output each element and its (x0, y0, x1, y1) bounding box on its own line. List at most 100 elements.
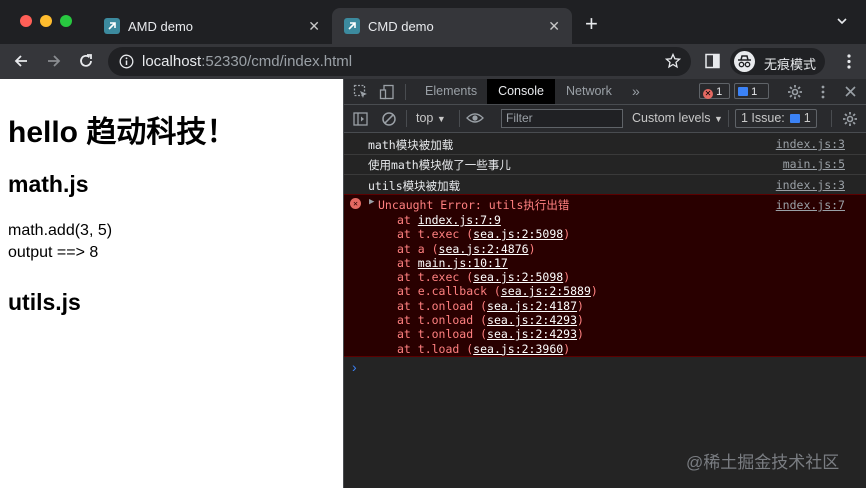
tab-elements[interactable]: Elements (417, 79, 485, 104)
stack-frame-function: at t.onload ( (397, 298, 488, 313)
show-sidebar-icon[interactable] (353, 112, 368, 129)
stack-frame-link[interactable]: index.js:7:9 (418, 213, 501, 227)
log-levels-label: Custom levels (632, 111, 711, 125)
stack-frame-link[interactable]: sea.js:2:4293 (487, 313, 577, 327)
stack-frame-link[interactable]: sea.js:2:5098 (473, 270, 563, 284)
favicon-icon (104, 18, 120, 34)
stack-frame: at a (sea.js:2:4876) (397, 242, 598, 256)
stack-frame-link[interactable]: sea.js:2:4293 (487, 327, 577, 341)
message-count-badge[interactable]: 1 (734, 83, 769, 99)
stack-frame: at t.exec (sea.js:2:5098) (397, 270, 598, 284)
stack-frame-paren: ) (590, 284, 598, 299)
console-settings-gear-icon[interactable] (842, 111, 858, 130)
message-source-link[interactable]: index.js:3 (776, 178, 845, 192)
stack-frame-function: at (397, 213, 418, 227)
context-selector[interactable]: top ▼ (416, 111, 446, 125)
console-prompt-icon[interactable]: › (352, 359, 357, 375)
issue-icon (790, 114, 801, 123)
stack-frame: at t.onload (sea.js:2:4293) (397, 327, 598, 341)
error-text: Uncaught Error: utils执行出错 (378, 198, 570, 212)
stack-frame-function: at t.load ( (397, 341, 474, 356)
error-source-link[interactable]: index.js:7 (776, 198, 845, 212)
close-window-button[interactable] (20, 15, 32, 27)
divider (831, 110, 832, 127)
tab-search-chevron-icon[interactable] (836, 14, 848, 32)
stack-frame-function: at t.onload ( (397, 313, 488, 328)
info-icon[interactable] (119, 54, 134, 74)
log-levels-dropdown[interactable]: Custom levels ▼ (632, 111, 723, 125)
divider (728, 110, 729, 127)
message-icon (738, 87, 748, 96)
url-text: localhost:52330/cmd/index.html (142, 53, 353, 70)
inspect-element-icon[interactable] (353, 84, 369, 105)
settings-gear-icon[interactable] (787, 84, 803, 105)
console-toolbar: top ▼ Filter Custom levels ▼ 1 Issue: 1 (344, 105, 866, 133)
error-icon: ✕ (350, 198, 361, 209)
new-tab-button[interactable]: + (585, 13, 598, 35)
minimize-window-button[interactable] (40, 15, 52, 27)
web-page: hello 趋动科技！ math.js math.add(3, 5) outpu… (0, 79, 343, 488)
console-message: 使用math模块做了一些事儿 main.js:5 (344, 157, 866, 174)
watermark: @稀土掘金技术社区 (686, 453, 840, 472)
tab-amd-demo[interactable]: AMD demo ✕ (92, 8, 332, 44)
address-bar[interactable]: localhost:52330/cmd/index.html (108, 47, 691, 76)
stack-frame-link[interactable]: sea.js:2:4187 (487, 299, 577, 313)
divider (406, 110, 407, 127)
error-count-badge[interactable]: ✕ 1 (699, 83, 730, 99)
back-arrow-icon[interactable] (12, 52, 30, 75)
stack-frame-paren: ) (563, 227, 571, 242)
stack-frame: at e.callback (sea.js:2:5889) (397, 284, 598, 298)
incognito-badge[interactable]: 无痕模式 (730, 48, 825, 75)
stack-frame-link[interactable]: sea.js:2:4876 (439, 242, 529, 256)
maximize-window-button[interactable] (60, 15, 72, 27)
error-count: 1 (716, 86, 723, 98)
title-bar: AMD demo ✕ CMD demo ✕ + (0, 0, 866, 44)
clear-console-icon[interactable] (381, 111, 397, 130)
devtools-menu-icon[interactable] (820, 84, 826, 105)
tab-cmd-demo[interactable]: CMD demo ✕ (332, 8, 572, 44)
side-panel-icon[interactable] (705, 53, 720, 74)
incognito-label: 无痕模式 (764, 57, 817, 72)
expand-triangle-icon[interactable]: ▶ (369, 197, 374, 207)
forward-arrow-icon[interactable] (45, 52, 63, 75)
stack-frame-function: at t.exec ( (397, 227, 474, 242)
tab-console[interactable]: Console (487, 79, 555, 104)
device-toolbar-icon[interactable] (379, 84, 395, 105)
divider (344, 174, 866, 175)
stack-frame-link[interactable]: sea.js:2:5889 (501, 284, 591, 298)
filter-input[interactable]: Filter (501, 109, 623, 128)
console-message: math模块被加载 index.js:3 (344, 137, 866, 154)
devtools-panel: Elements Console Network » ✕ 1 1 top ▼ F… (343, 79, 866, 488)
stack-frame-paren: ) (528, 241, 536, 256)
stack-frame-link[interactable]: sea.js:2:5098 (473, 227, 563, 241)
close-tab-icon[interactable]: ✕ (548, 18, 560, 35)
close-devtools-icon[interactable] (844, 85, 857, 103)
stack-frame-link[interactable]: sea.js:2:3960 (473, 342, 563, 356)
stack-frame-function: at e.callback ( (397, 284, 501, 299)
reload-icon[interactable] (77, 52, 95, 75)
error-stack-trace: at index.js:7:9 at t.exec (sea.js:2:5098)… (397, 213, 598, 356)
issues-count: 1 (803, 111, 811, 125)
stack-frame-paren: ) (577, 327, 584, 342)
stack-frame-link[interactable]: main.js:10:17 (418, 256, 508, 270)
more-tabs-icon[interactable]: » (624, 79, 648, 104)
incognito-icon (734, 51, 755, 72)
browser-menu-icon[interactable] (846, 53, 852, 75)
page-title: hello 趋动科技！ (8, 116, 237, 149)
issues-button[interactable]: 1 Issue: 1 (735, 109, 817, 128)
math-call-text: math.add(3, 5) (8, 222, 113, 239)
live-expression-eye-icon[interactable] (466, 111, 484, 128)
divider (405, 84, 406, 100)
browser-toolbar: localhost:52330/cmd/index.html 无痕模式 (0, 44, 866, 79)
tab-network[interactable]: Network (558, 79, 620, 104)
console-message: utils模块被加载 index.js:3 (344, 178, 866, 195)
error-icon: ✕ (703, 89, 713, 99)
bookmark-star-icon[interactable] (664, 52, 682, 74)
message-source-link[interactable]: main.js:5 (783, 157, 845, 171)
issues-label: 1 Issue: (741, 111, 785, 125)
stack-frame-paren: ) (577, 298, 584, 313)
message-source-link[interactable]: index.js:3 (776, 137, 845, 151)
message-text: 使用math模块做了一些事儿 (368, 158, 511, 172)
close-tab-icon[interactable]: ✕ (308, 18, 320, 35)
stack-frame-function: at (397, 255, 418, 270)
